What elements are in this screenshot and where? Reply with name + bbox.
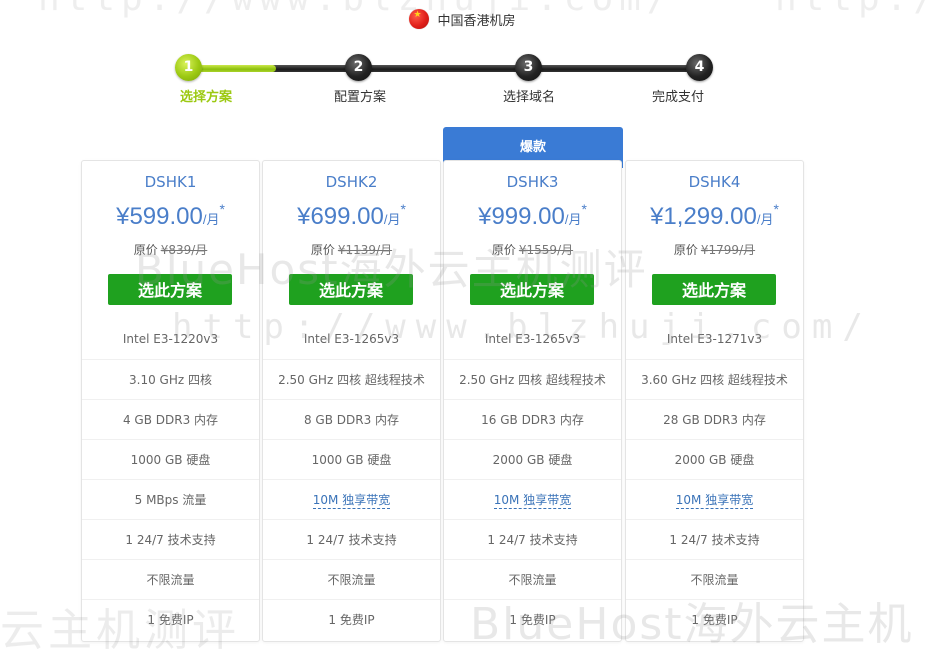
original-price-label: 原价 xyxy=(673,243,698,257)
feature-row: 28 GB DDR3 内存 xyxy=(626,399,803,439)
feature-row: 3.10 GHz 四核 xyxy=(82,359,259,399)
select-plan-button[interactable]: 选此方案 xyxy=(108,274,232,305)
currency-symbol: ¥ xyxy=(650,203,664,230)
price-mark: * xyxy=(219,201,225,217)
plan-card-dshk1: DSHK1 ¥599.00/月* 原价 ¥839/月 选此方案 Intel E3-… xyxy=(81,160,260,642)
original-price-value: ¥1799/月 xyxy=(700,243,756,257)
plan-price: ¥999.00/月* xyxy=(444,201,621,231)
step-3-label[interactable]: 选择域名 xyxy=(469,86,589,105)
feature-row: 不限流量 xyxy=(82,559,259,599)
feature-row: 1 免费IP xyxy=(82,599,259,639)
feature-row: 3.60 GHz 四核 超线程技术 xyxy=(626,359,803,399)
feature-row: 10M 独享带宽 xyxy=(444,479,621,519)
plan-card-dshk4: DSHK4 ¥1,299.00/月* 原价 ¥1799/月 选此方案 Intel … xyxy=(625,160,804,642)
original-price-value: ¥1139/月 xyxy=(337,243,393,257)
feature-list: Intel E3-1271v3 3.60 GHz 四核 超线程技术 28 GB … xyxy=(626,319,803,639)
original-price: 原价 ¥1559/月 xyxy=(444,241,621,258)
step-1-label[interactable]: 选择方案 xyxy=(146,86,266,105)
price-mark: * xyxy=(581,201,587,217)
plan-card-dshk3: DSHK3 ¥999.00/月* 原价 ¥1559/月 选此方案 Intel E3… xyxy=(443,160,622,642)
feature-row: 1 24/7 技术支持 xyxy=(82,519,259,559)
original-price-label: 原价 xyxy=(491,243,516,257)
feature-row: Intel E3-1265v3 xyxy=(303,332,400,346)
original-price-value: ¥839/月 xyxy=(160,243,208,257)
feature-row: 1000 GB 硬盘 xyxy=(82,439,259,479)
feature-list: Intel E3-1265v3 2.50 GHz 四核 超线程技术 8 GB D… xyxy=(263,319,440,639)
bandwidth-link[interactable]: 10M 独享带宽 xyxy=(312,493,391,509)
step-4-label[interactable]: 完成支付 xyxy=(618,86,738,105)
currency-symbol: ¥ xyxy=(116,203,130,230)
feature-row: 1 24/7 技术支持 xyxy=(263,519,440,559)
checkout-stepper: 1 2 3 4 选择方案 配置方案 选择域名 完成支付 xyxy=(0,0,925,110)
plan-price: ¥599.00/月* xyxy=(82,201,259,231)
feature-row: 2000 GB 硬盘 xyxy=(444,439,621,479)
feature-row: 不限流量 xyxy=(626,559,803,599)
currency-symbol: ¥ xyxy=(478,203,492,230)
plan-card-dshk2: DSHK2 ¥699.00/月* 原价 ¥1139/月 选此方案 Intel E3… xyxy=(262,160,441,642)
feature-row: 1000 GB 硬盘 xyxy=(263,439,440,479)
original-price: 原价 ¥1799/月 xyxy=(626,241,803,258)
price-mark: * xyxy=(400,201,406,217)
feature-row: 8 GB DDR3 内存 xyxy=(263,399,440,439)
feature-row: 1 24/7 技术支持 xyxy=(626,519,803,559)
feature-row: 1 免费IP xyxy=(444,599,621,639)
step-2-label[interactable]: 配置方案 xyxy=(300,86,420,105)
step-4-circle[interactable]: 4 xyxy=(686,54,713,81)
feature-row: 1 24/7 技术支持 xyxy=(444,519,621,559)
price-unit: /月 xyxy=(564,212,582,227)
feature-row: 16 GB DDR3 内存 xyxy=(444,399,621,439)
feature-row: 1 免费IP xyxy=(626,599,803,639)
plan-name: DSHK1 xyxy=(144,173,197,191)
feature-row: 10M 独享带宽 xyxy=(626,479,803,519)
price-mark: * xyxy=(773,201,779,217)
feature-list: Intel E3-1265v3 2.50 GHz 四核 超线程技术 16 GB … xyxy=(444,319,621,639)
select-plan-button[interactable]: 选此方案 xyxy=(289,274,413,305)
feature-row: 2000 GB 硬盘 xyxy=(626,439,803,479)
feature-list: Intel E3-1220v3 3.10 GHz 四核 4 GB DDR3 内存… xyxy=(82,319,259,639)
price-unit: /月 xyxy=(202,212,220,227)
feature-row: Intel E3-1220v3 xyxy=(122,332,219,346)
feature-row: 2.50 GHz 四核 超线程技术 xyxy=(263,359,440,399)
plan-price: ¥1,299.00/月* xyxy=(626,201,803,231)
select-plan-button[interactable]: 选此方案 xyxy=(470,274,594,305)
select-plan-button[interactable]: 选此方案 xyxy=(652,274,776,305)
plan-name: DSHK4 xyxy=(688,173,741,191)
original-price: 原价 ¥1139/月 xyxy=(263,241,440,258)
original-price-value: ¥1559/月 xyxy=(518,243,574,257)
price-unit: /月 xyxy=(383,212,401,227)
price-value: 599.00 xyxy=(129,203,203,230)
price-unit: /月 xyxy=(756,212,774,227)
step-3-circle[interactable]: 3 xyxy=(515,54,542,81)
feature-row: Intel E3-1265v3 xyxy=(484,332,581,346)
feature-row: 1 免费IP xyxy=(263,599,440,639)
plan-name: DSHK3 xyxy=(506,173,559,191)
price-value: 999.00 xyxy=(491,203,565,230)
feature-row: Intel E3-1271v3 xyxy=(666,332,763,346)
plan-price: ¥699.00/月* xyxy=(263,201,440,231)
step-2-circle[interactable]: 2 xyxy=(345,54,372,81)
original-price-label: 原价 xyxy=(133,243,158,257)
bandwidth-link[interactable]: 10M 独享带宽 xyxy=(493,493,572,509)
feature-row: 不限流量 xyxy=(263,559,440,599)
feature-row: 不限流量 xyxy=(444,559,621,599)
feature-row: 5 MBps 流量 xyxy=(82,479,259,519)
step-1-circle[interactable]: 1 xyxy=(175,54,202,81)
price-value: 699.00 xyxy=(310,203,384,230)
plan-name: DSHK2 xyxy=(325,173,378,191)
feature-row: 2.50 GHz 四核 超线程技术 xyxy=(444,359,621,399)
feature-row: 4 GB DDR3 内存 xyxy=(82,399,259,439)
feature-row: 10M 独享带宽 xyxy=(263,479,440,519)
original-price-label: 原价 xyxy=(310,243,335,257)
original-price: 原价 ¥839/月 xyxy=(82,241,259,258)
currency-symbol: ¥ xyxy=(297,203,311,230)
bandwidth-link[interactable]: 10M 独享带宽 xyxy=(675,493,754,509)
price-value: 1,299.00 xyxy=(663,203,757,230)
